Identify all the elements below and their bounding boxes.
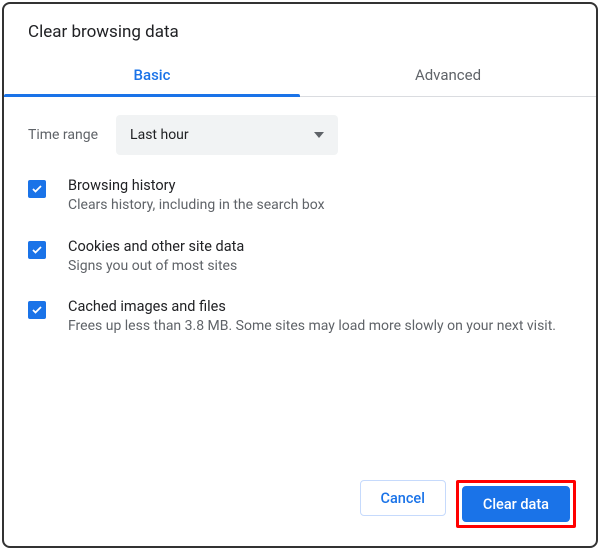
clear-data-button[interactable]: Clear data: [462, 486, 570, 522]
highlight-annotation: Clear data: [456, 480, 576, 528]
check-icon: [31, 244, 43, 256]
check-icon: [31, 183, 43, 195]
option-desc: Signs you out of most sites: [68, 257, 572, 277]
button-label: Clear data: [483, 496, 549, 513]
option-desc: Clears history, including in the search …: [68, 196, 572, 216]
option-title: Browsing history: [68, 177, 572, 194]
tab-label: Basic: [134, 66, 171, 84]
tab-basic[interactable]: Basic: [4, 56, 300, 96]
button-label: Cancel: [381, 490, 425, 507]
option-cookies: Cookies and other site data Signs you ou…: [28, 238, 572, 277]
tabs: Basic Advanced: [4, 56, 596, 97]
check-icon: [31, 304, 43, 316]
option-text: Browsing history Clears history, includi…: [68, 177, 572, 216]
option-title: Cookies and other site data: [68, 238, 572, 255]
dialog-footer: Cancel Clear data: [4, 466, 596, 546]
option-desc: Frees up less than 3.8 MB. Some sites ma…: [68, 317, 572, 337]
time-range-row: Time range Last hour: [28, 115, 572, 155]
option-browsing-history: Browsing history Clears history, includi…: [28, 177, 572, 216]
option-title: Cached images and files: [68, 298, 572, 315]
checkbox-cache[interactable]: [28, 301, 46, 319]
clear-browsing-data-dialog: Clear browsing data Basic Advanced Time …: [2, 2, 598, 548]
time-range-select[interactable]: Last hour: [116, 115, 338, 155]
dialog-title: Clear browsing data: [4, 4, 596, 56]
tab-label: Advanced: [415, 66, 481, 84]
checkbox-cookies[interactable]: [28, 241, 46, 259]
option-cache: Cached images and files Frees up less th…: [28, 298, 572, 337]
dialog-content: Time range Last hour Browsing history Cl…: [4, 97, 596, 466]
cancel-button[interactable]: Cancel: [360, 480, 446, 516]
checkbox-browsing-history[interactable]: [28, 180, 46, 198]
chevron-down-icon: [314, 132, 324, 138]
time-range-value: Last hour: [130, 127, 189, 143]
option-text: Cookies and other site data Signs you ou…: [68, 238, 572, 277]
tab-advanced[interactable]: Advanced: [300, 56, 596, 96]
time-range-label: Time range: [28, 127, 98, 143]
option-text: Cached images and files Frees up less th…: [68, 298, 572, 337]
